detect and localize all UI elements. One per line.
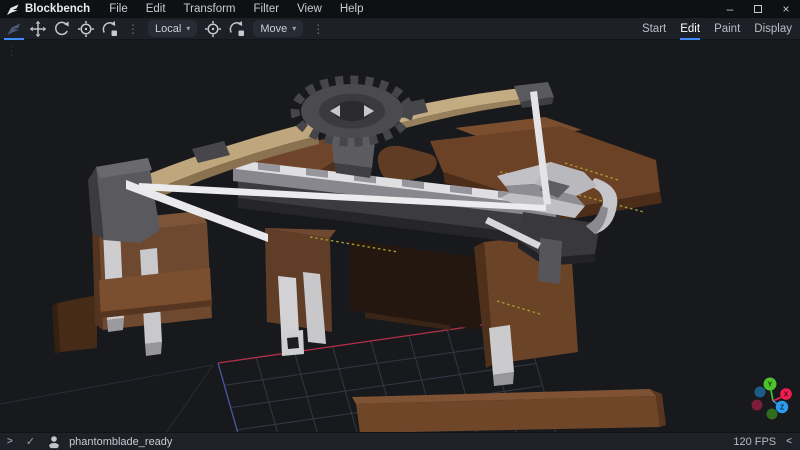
svg-text:Z: Z (780, 405, 785, 412)
tab-start[interactable]: Start (642, 18, 666, 40)
tool-mode-value: Move (260, 23, 287, 35)
rotate-box-icon (101, 20, 119, 38)
main-toolbar: ⋮ Local ▾ Move ▾ ⋮ (0, 18, 800, 40)
blockbench-window: Blockbench File Edit Transform Filter Vi… (0, 0, 800, 450)
caret-down-icon: ▾ (292, 24, 296, 33)
menu-filter[interactable]: Filter (245, 0, 289, 18)
gear-wheel (295, 80, 409, 142)
mode-tab-bar: Start Edit Paint Display (642, 18, 792, 40)
caret-down-icon: ▾ (186, 24, 190, 33)
blockbench-logo-icon (6, 3, 20, 16)
model-type-icon (47, 435, 61, 449)
scene-canvas[interactable] (0, 40, 800, 432)
pivot-target-icon (77, 20, 95, 38)
minimize-button[interactable]: – (716, 0, 744, 18)
menu-help[interactable]: Help (331, 0, 373, 18)
menu-file[interactable]: File (100, 0, 137, 18)
rotate-box-icon (228, 20, 246, 38)
brush-tool-icon (6, 21, 23, 37)
menu-view[interactable]: View (288, 0, 331, 18)
fps-counter: 120 FPS (733, 436, 776, 448)
active-tool-button[interactable] (2, 18, 26, 40)
move-arrows-icon (29, 20, 47, 38)
maximize-icon (754, 5, 762, 13)
gizmo-neg-x-ball[interactable] (752, 400, 763, 411)
model-name[interactable]: phantomblade_ready (69, 436, 172, 448)
sidebar-expand-icon[interactable]: > (0, 436, 20, 447)
toolbar-separator-icon: ⋮ (122, 22, 144, 36)
pivot-space-button[interactable] (201, 18, 225, 40)
app-title: Blockbench (25, 3, 90, 15)
close-button[interactable]: × (772, 0, 800, 18)
rotation-pivot-button[interactable] (225, 18, 249, 40)
pivot-target-icon (204, 20, 222, 38)
axis-z-line (218, 363, 238, 432)
svg-text:Y: Y (768, 382, 773, 389)
toolbar-separator-icon: ⋮ (307, 22, 329, 36)
move-tool-button[interactable] (26, 18, 50, 40)
saved-check-icon: ✓ (20, 435, 41, 448)
menu-transform[interactable]: Transform (175, 0, 245, 18)
vertex-snap-tool-button[interactable] (98, 18, 122, 40)
rotate-tool-button[interactable] (50, 18, 74, 40)
pivot-tool-button[interactable] (74, 18, 98, 40)
status-bar: > ✓ phantomblade_ready 120 FPS < (0, 432, 800, 450)
tab-edit[interactable]: Edit (680, 18, 700, 40)
gizmo-neg-z-ball[interactable] (755, 387, 766, 398)
maximize-button[interactable] (744, 0, 772, 18)
tool-mode-dropdown[interactable]: Move ▾ (253, 20, 303, 37)
statusbar-right: 120 FPS < (733, 436, 800, 448)
viewport-3d[interactable]: ⋮ (0, 40, 800, 432)
menu-edit[interactable]: Edit (137, 0, 175, 18)
title-bar: Blockbench File Edit Transform Filter Vi… (0, 0, 800, 18)
tab-paint[interactable]: Paint (714, 18, 740, 40)
tab-display[interactable]: Display (754, 18, 792, 40)
transform-space-dropdown[interactable]: Local ▾ (148, 20, 197, 37)
svg-text:X: X (784, 392, 789, 399)
gizmo-neg-y-ball[interactable] (767, 409, 778, 420)
axis-gizmo[interactable]: Y X Z (736, 372, 792, 424)
rotate-arrows-icon (53, 20, 71, 38)
panel-collapse-icon[interactable]: < (786, 436, 792, 447)
transform-space-value: Local (155, 23, 181, 35)
